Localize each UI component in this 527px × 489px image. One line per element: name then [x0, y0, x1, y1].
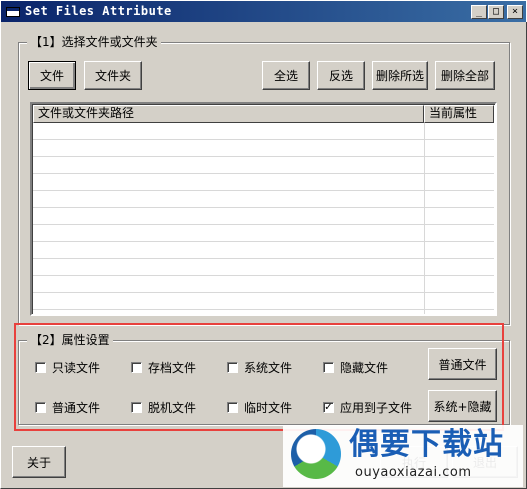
normal-label: 普通文件 — [52, 401, 101, 415]
archive-checkbox-box[interactable] — [131, 362, 142, 373]
watermark-logo-icon — [291, 429, 341, 479]
file-list-header: 文件或文件夹路径 当前属性 — [33, 105, 494, 123]
readonly-checkbox[interactable]: 只读文件 — [35, 359, 100, 376]
list-row — [33, 242, 494, 259]
column-header-attr[interactable]: 当前属性 — [424, 105, 494, 123]
normal-checkbox[interactable]: 普通文件 — [35, 399, 100, 416]
system-label: 系统文件 — [244, 361, 293, 375]
archive-checkbox[interactable]: 存档文件 — [131, 359, 196, 376]
file-list[interactable]: 文件或文件夹路径 当前属性 — [30, 102, 497, 316]
add-folder-button[interactable]: 文件夹 — [84, 61, 142, 90]
delete-selected-button[interactable]: 删除所选 — [372, 61, 428, 90]
hidden-label: 隐藏文件 — [340, 361, 389, 375]
about-button[interactable]: 关于 — [12, 446, 66, 478]
apply-to-children-checkbox[interactable]: ✓ 应用到子文件 — [323, 399, 412, 416]
list-row — [33, 140, 494, 157]
add-file-button[interactable]: 文件 — [28, 61, 76, 90]
system-checkbox[interactable]: 系统文件 — [227, 359, 292, 376]
select-all-button[interactable]: 全选 — [262, 61, 310, 90]
offline-checkbox[interactable]: 脱机文件 — [131, 399, 196, 416]
window-title: Set Files Attribute — [25, 4, 172, 18]
delete-all-button[interactable]: 删除全部 — [435, 61, 495, 90]
archive-label: 存档文件 — [148, 361, 197, 375]
list-row — [33, 157, 494, 174]
list-row — [33, 293, 494, 310]
normal-checkbox-box[interactable] — [35, 402, 46, 413]
list-row — [33, 191, 494, 208]
watermark-text: 偶要下载站 — [349, 427, 504, 462]
attr-group-title: 【2】属性设置 — [27, 333, 113, 347]
maximize-button[interactable]: □ — [488, 5, 504, 19]
hidden-checkbox-box[interactable] — [323, 362, 334, 373]
list-row — [33, 174, 494, 191]
list-row — [33, 276, 494, 293]
column-header-path[interactable]: 文件或文件夹路径 — [33, 105, 424, 123]
normal-preset-button[interactable]: 普通文件 — [428, 348, 497, 380]
title-bar[interactable]: Set Files Attribute _ □ × — [0, 0, 527, 22]
temporary-checkbox-box[interactable] — [227, 402, 238, 413]
readonly-checkbox-box[interactable] — [35, 362, 46, 373]
list-row — [33, 208, 494, 225]
readonly-label: 只读文件 — [52, 361, 101, 375]
list-row — [33, 225, 494, 242]
watermark: 偶要下载站 ouyaoxiazai.com — [283, 425, 523, 487]
app-icon — [6, 7, 20, 17]
list-row — [33, 259, 494, 276]
offline-checkbox-box[interactable] — [131, 402, 142, 413]
offline-label: 脱机文件 — [148, 401, 197, 415]
temporary-label: 临时文件 — [244, 401, 293, 415]
hidden-checkbox[interactable]: 隐藏文件 — [323, 359, 388, 376]
system-checkbox-box[interactable] — [227, 362, 238, 373]
apply-to-children-checkbox-box[interactable]: ✓ — [323, 402, 334, 413]
apply-to-children-label: 应用到子文件 — [340, 401, 413, 415]
system-hidden-preset-button[interactable]: 系统+隐藏 — [428, 390, 497, 422]
select-group-title: 【1】选择文件或文件夹 — [27, 35, 161, 49]
list-row — [33, 123, 494, 140]
invert-selection-button[interactable]: 反选 — [317, 61, 365, 90]
temporary-checkbox[interactable]: 临时文件 — [227, 399, 292, 416]
watermark-url: ouyaoxiazai.com — [355, 465, 472, 480]
close-button[interactable]: × — [507, 5, 523, 19]
minimize-button[interactable]: _ — [471, 5, 487, 19]
